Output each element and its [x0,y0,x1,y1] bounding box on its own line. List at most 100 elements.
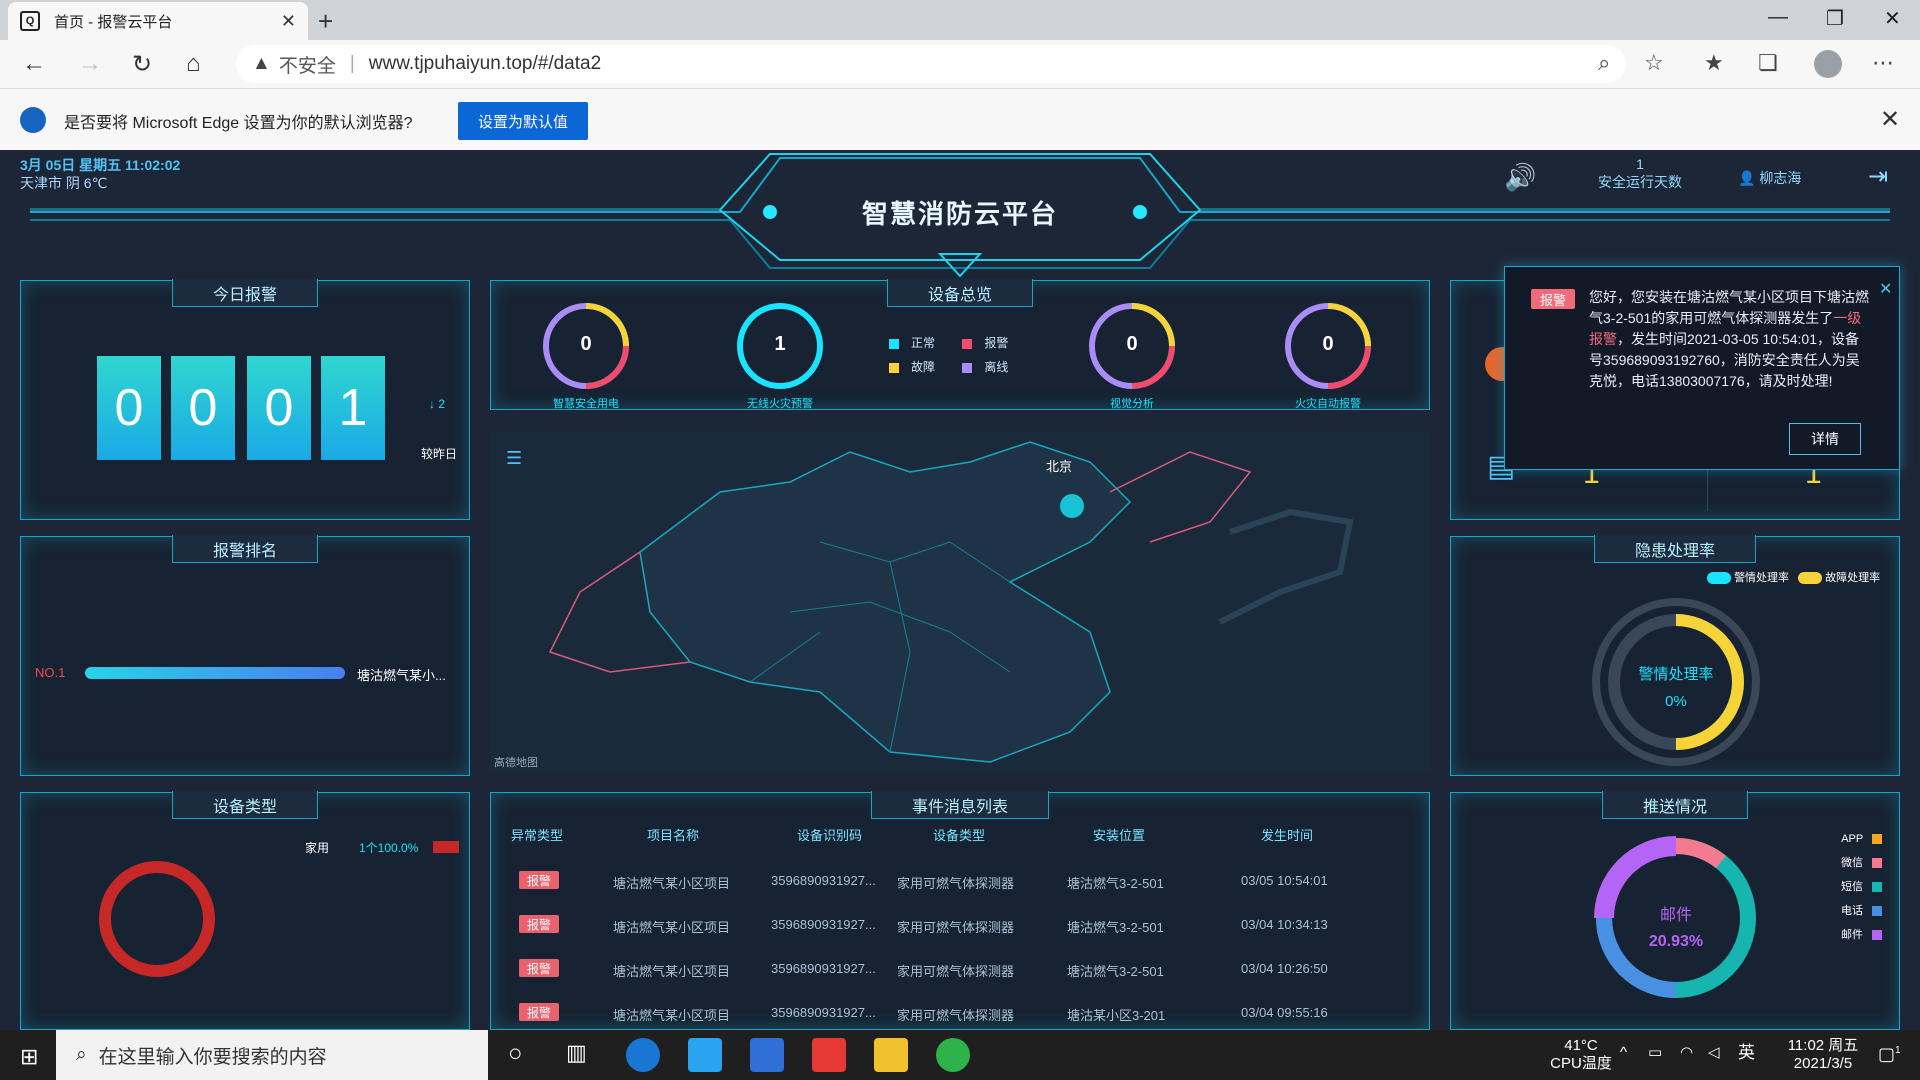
cpu-temp-label: CPU温度 [1550,1055,1612,1072]
gauge-smart-power[interactable]: 0 智慧安全用电 [541,301,631,411]
restore-icon[interactable]: ❐ [1826,6,1844,31]
gauge-value: 0 [1322,333,1334,355]
new-tab-icon[interactable]: + [318,6,333,37]
profile-avatar[interactable] [1814,50,1842,78]
today-alarm-panel: 今日报警 0 0 0 1 ↓ 2 较昨日 [20,279,470,520]
tray-chevron-icon[interactable]: ^ [1620,1044,1627,1062]
favorites-icon[interactable]: ★ [1704,50,1724,76]
compare-value: 2 [438,397,446,411]
ime-indicator[interactable]: 英 [1738,1044,1755,1062]
task-view-icon[interactable]: ▥ [566,1040,587,1066]
set-default-button[interactable]: 设置为默认值 [458,102,588,140]
map-search-icon[interactable]: ☰ [506,448,522,469]
url-field[interactable]: ▲ 不安全 | www.tjpuhaiyun.top/#/data2 [236,45,1626,83]
minimize-icon[interactable]: — [1768,6,1788,29]
gauge-value: 0 [1126,333,1138,355]
security-label: 不安全 [278,55,336,77]
infobar-close-icon[interactable]: ✕ [1880,105,1900,134]
warning-icon: ▲ [252,53,271,74]
explorer-taskbar-icon[interactable] [874,1038,908,1072]
wechat-taskbar-icon[interactable] [936,1038,970,1072]
push-center-value: 20.93% [1648,933,1704,950]
forward-icon[interactable]: → [78,50,102,78]
home-icon[interactable]: ⌂ [186,50,201,78]
alarm-digit: 0 [171,356,235,460]
clock[interactable]: 11:02 周五 2021/3/5 [1768,1037,1878,1073]
events-title: 事件消息列表 [870,791,1050,819]
user-menu[interactable]: 👤 柳志海 [1738,168,1801,188]
browser-tab[interactable]: Q 首页 - 报警云平台 ✕ [8,2,308,40]
page-title: 智慧消防云平台 [861,199,1058,229]
windows-start-icon[interactable]: ⊞ [20,1044,38,1070]
device-type-panel: 设备类型 家用 1个100.0% [20,791,470,1030]
hazard-center-label: 警情处理率 [1638,666,1714,683]
col-header: 项目名称 [647,828,700,843]
more-icon[interactable]: ⋯ [1872,50,1894,76]
hazard-legend: 警情处理率 故障处理率 [1707,569,1880,585]
taskbar-search[interactable]: ⌕ 在这里输入你要搜索的内容 [56,1030,488,1080]
hazard-center-value: 0% [1665,693,1687,710]
arrow-down-icon: ↓ [429,397,435,411]
map-view[interactable]: 北京 ☰ 高德地图 [490,432,1430,772]
gauge-label: 智慧安全用电 [553,398,619,410]
search-icon: ⌕ [76,1044,87,1065]
search-placeholder: 在这里输入你要搜索的内容 [98,1046,327,1068]
map-city-label: 北京 [1046,459,1073,474]
popup-tag: 报警 [1531,289,1575,309]
notification-icon[interactable]: ▢1 [1878,1042,1901,1063]
china-map [548,441,1354,763]
hazard-title: 隐患处理率 [1593,535,1757,563]
gauge-wireless-fire[interactable]: 1 无线火灾预警 [735,301,825,411]
col-header: 发生时间 [1261,828,1314,843]
rank-bar-fill [85,667,345,679]
collections-icon[interactable]: ❏ [1758,50,1778,76]
refresh-icon[interactable]: ↻ [132,50,152,79]
push-center-label: 邮件 [1659,907,1692,924]
compare-label: 较昨日 [421,447,458,461]
alarm-digit: 0 [97,356,161,460]
favorite-add-icon[interactable]: ☆ [1644,50,1664,76]
popup-close-icon[interactable]: ✕ [1879,279,1892,299]
push-legend: APP 微信 短信 电话 邮件 [1841,827,1883,947]
zoom-icon[interactable]: ⌕ [1598,50,1610,76]
safe-days-label: 安全运行天数 [1598,174,1682,190]
browser-tabstrip: Q 首页 - 报警云平台 ✕ + — ❐ ✕ [0,0,1920,40]
alarm-rank-title: 报警排名 [171,535,319,563]
alarm-digit: 1 [321,356,385,460]
user-icon: 👤 [1738,170,1756,186]
app-taskbar-icon[interactable] [688,1038,722,1072]
tab-title: 首页 - 报警云平台 [54,13,173,31]
url-text: www.tjpuhaiyun.top/#/data2 [368,53,602,74]
app-red-taskbar-icon[interactable] [812,1038,846,1072]
default-browser-infobar: 是否要将 Microsoft Edge 设置为你的默认浏览器? 设置为默认值 ✕ [0,88,1920,150]
taskbar: ⊞ ⌕ 在这里输入你要搜索的内容 ○ ▥ 41°C CPU温度 ^ ▭ ◠ ◁ … [0,1030,1920,1080]
rank-bar-track [85,667,345,679]
wifi-icon[interactable]: ◠ [1680,1044,1693,1062]
logout-icon[interactable]: ⇥ [1868,162,1888,191]
events-panel: 事件消息列表 异常类型 项目名称 设备识别码 设备类型 安装位置 发生时间 报警… [490,791,1430,1030]
gauge-fire-auto-alarm[interactable]: 0 火灾自动报警 [1283,301,1373,411]
edge-taskbar-icon[interactable] [626,1038,660,1072]
device-overview-panel: 设备总览 0 智慧安全用电 1 无线火灾预警 正常 报警 故障 离线 0 视觉分… [490,279,1430,411]
wps-taskbar-icon[interactable] [750,1038,784,1072]
window-close-icon[interactable]: ✕ [1884,6,1901,31]
alarm-rank-panel: 报警排名 NO.1 塘沽燃气某小... [20,535,470,776]
sound-icon[interactable]: 🔊 [1504,162,1536,193]
gauge-label: 视觉分析 [1110,398,1154,410]
close-tab-icon[interactable]: ✕ [281,11,296,32]
datetime-text: 3月 05日 星期五 11:02:02 [20,157,181,173]
gauge-value: 1 [774,333,786,355]
device-overview-title: 设备总览 [886,279,1034,307]
col-header: 设备类型 [933,828,986,843]
battery-icon[interactable]: ▭ [1648,1044,1662,1062]
device-type-donut [99,861,215,977]
gauge-visual-analysis[interactable]: 0 视觉分析 [1087,301,1177,411]
cortana-icon[interactable]: ○ [508,1040,523,1068]
details-button[interactable]: 详情 [1789,423,1861,455]
gauge-value: 0 [580,333,592,355]
weather-text: 天津市 阴 6℃ [20,175,108,191]
back-icon[interactable]: ← [22,50,46,78]
volume-icon[interactable]: ◁ [1708,1044,1720,1062]
rank-name: 塘沽燃气某小... [357,668,446,683]
safe-days-value: 1 [1636,156,1644,172]
